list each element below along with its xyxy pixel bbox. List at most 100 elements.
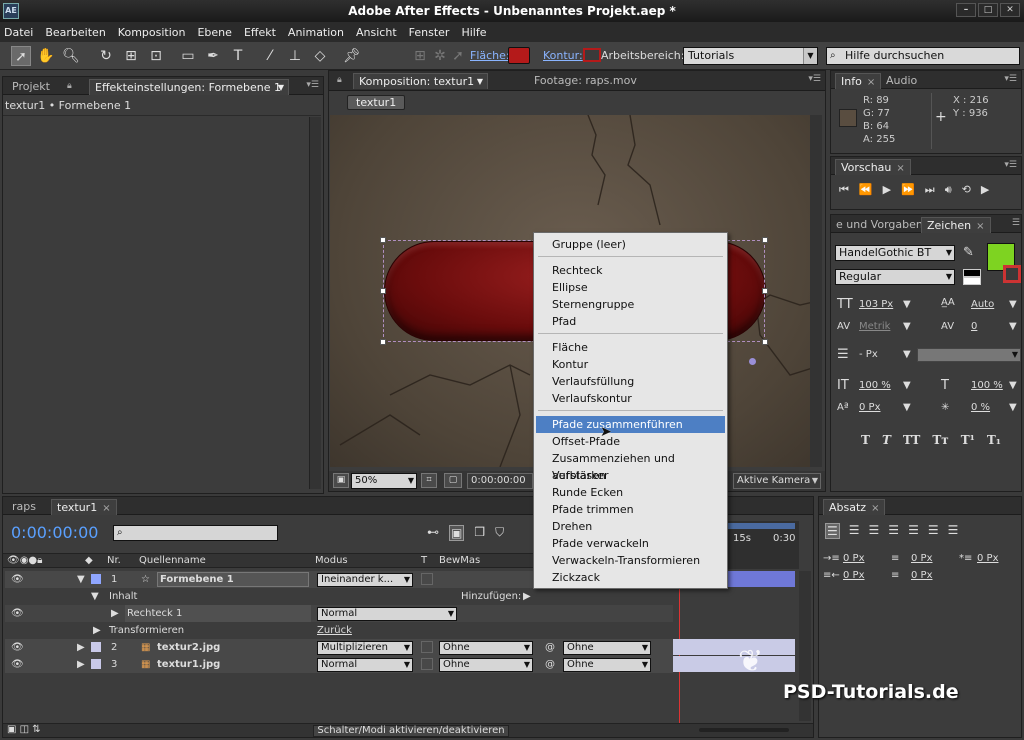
fill-color-swatch[interactable] <box>508 47 530 64</box>
menu-effekt[interactable]: Effekt <box>244 26 276 39</box>
label-color[interactable] <box>91 642 101 652</box>
eraser-tool-icon[interactable]: ◇ <box>310 46 330 66</box>
stroke-color-swatch[interactable] <box>583 48 601 62</box>
workspace-select[interactable]: Tutorials ▼ <box>683 47 818 65</box>
help-search-input[interactable]: ⌕ Hilfe durchsuchen <box>826 47 1020 65</box>
all-caps-button[interactable]: TT <box>903 433 920 447</box>
menu-item-twist[interactable]: Drehen <box>536 518 725 535</box>
layer-name[interactable]: textur2.jpg <box>157 639 220 656</box>
eye-icon[interactable]: 👁︎ <box>11 656 24 673</box>
preserve-transparency-checkbox[interactable] <box>421 658 433 670</box>
selection-tool-icon[interactable]: ➚ <box>11 46 31 66</box>
draft-3d-icon[interactable]: ▣ <box>449 525 465 541</box>
vertical-scale-value[interactable]: 100 % <box>859 380 891 391</box>
first-frame-icon[interactable]: ⏮ <box>839 183 849 197</box>
menu-komposition[interactable]: Komposition <box>118 26 186 39</box>
track-matte-select[interactable]: Ohne ▼ <box>439 641 533 655</box>
zoom-slider[interactable] <box>699 728 789 732</box>
zoom-select[interactable]: 50% ▼ <box>351 473 417 489</box>
chevron-right-icon[interactable]: ▶ <box>77 656 85 673</box>
rectangle-group-label[interactable]: Rechteck 1 <box>125 605 311 622</box>
chevron-down-icon[interactable]: ▼ <box>1009 402 1017 413</box>
indent-left-value[interactable]: 0 Px <box>843 553 865 564</box>
tab-paragraph[interactable]: Absatz × <box>823 499 886 515</box>
space-after-value[interactable]: 0 Px <box>911 570 933 581</box>
text-tool-icon[interactable]: T <box>228 46 248 66</box>
handle[interactable] <box>762 339 768 345</box>
lock-icon[interactable]: 🔒︎ <box>337 75 342 85</box>
close-icon[interactable]: × <box>896 163 904 174</box>
handle[interactable] <box>380 339 386 345</box>
chevron-down-icon[interactable]: ▼ <box>903 321 911 332</box>
pan-behind-tool-icon[interactable]: ⊡ <box>146 46 166 66</box>
hand-tool-icon[interactable]: ✋ <box>36 46 56 66</box>
scrollbar[interactable] <box>309 117 321 489</box>
stroke-label[interactable]: Kontur: <box>543 49 583 62</box>
current-time-display[interactable]: 0:00:00:00 <box>11 523 98 542</box>
camera-tool-icon[interactable]: ⊞ <box>121 46 141 66</box>
safe-zones-icon[interactable]: ▢ <box>444 473 462 488</box>
eye-icon[interactable]: 👁︎ <box>11 571 24 588</box>
close-icon[interactable]: × <box>867 77 875 88</box>
brush-tool-icon[interactable]: ⁄ <box>260 46 280 66</box>
baseline-shift-value[interactable]: 0 Px <box>859 402 881 413</box>
space-before-value[interactable]: 0 Px <box>911 553 933 564</box>
maximize-icon[interactable]: □ <box>978 3 998 17</box>
stroke-width-value[interactable]: - Px <box>859 349 878 360</box>
parent-select[interactable]: Ohne ▼ <box>563 641 651 655</box>
chevron-down-icon[interactable]: ▼ <box>77 571 85 588</box>
eyedropper-icon[interactable]: ✎ <box>963 245 974 260</box>
indent-right-value[interactable]: 0 Px <box>843 570 865 581</box>
align-center-icon[interactable]: ☰ <box>849 523 860 539</box>
group-mode-select[interactable]: Normal ▼ <box>317 607 457 621</box>
pickwhip-icon[interactable]: @ <box>545 656 555 673</box>
timecode-display[interactable]: 0:00:00:00 <box>467 473 533 489</box>
white-swatch[interactable] <box>963 277 981 285</box>
tab-audio[interactable]: Audio <box>881 73 922 89</box>
chevron-down-icon[interactable]: ▼ <box>1009 380 1017 391</box>
label-color[interactable] <box>91 659 101 669</box>
minimize-icon[interactable]: – <box>956 3 976 17</box>
menu-item-path[interactable]: Pfad <box>536 313 725 330</box>
faux-bold-button[interactable]: T <box>861 433 870 447</box>
chevron-down-icon[interactable]: ▼ <box>903 402 911 413</box>
tab-info[interactable]: Info × <box>835 73 882 89</box>
menu-item-zig-zag[interactable]: Zickzack <box>536 569 725 586</box>
composition-mini-flowchart-icon[interactable]: ⊷ <box>427 525 439 541</box>
tab-preview[interactable]: Vorschau × <box>835 159 911 175</box>
reset-link[interactable]: Zurück <box>317 622 352 639</box>
leading-value[interactable]: Auto <box>971 299 994 310</box>
layer-name[interactable]: textur1.jpg <box>157 656 220 673</box>
add-menu-icon[interactable]: ▶ <box>523 588 531 605</box>
menu-item-merge-paths[interactable]: Pfade zusammenführen <box>536 416 725 433</box>
clone-stamp-tool-icon[interactable]: ⊥ <box>285 46 305 66</box>
black-swatch[interactable] <box>963 269 981 277</box>
chevron-down-icon[interactable]: ▼ <box>1009 299 1017 310</box>
menu-item-wiggle-transform[interactable]: Verwackeln-Transformieren <box>536 552 725 569</box>
font-select[interactable]: HandelGothic BT ▼ <box>835 245 955 261</box>
property-row[interactable]: ▶ Transformieren Zurück <box>5 622 673 639</box>
layer-search-input[interactable]: ⌕ <box>113 525 278 541</box>
chevron-down-icon[interactable]: ▼ <box>903 299 911 310</box>
handle[interactable] <box>380 288 386 294</box>
pickwhip-icon[interactable]: @ <box>545 639 555 656</box>
menu-item-rectangle[interactable]: Rechteck <box>536 262 725 279</box>
blend-mode-select[interactable]: Ineinander k... ▼ <box>317 573 413 587</box>
tracking-value[interactable]: 0 <box>971 321 977 332</box>
pen-tool-icon[interactable]: ✒ <box>203 46 223 66</box>
rotate-tool-icon[interactable]: ↻ <box>96 46 116 66</box>
superscript-button[interactable]: T¹ <box>961 433 975 447</box>
menu-item-trim-paths[interactable]: Pfade trimmen <box>536 501 725 518</box>
menu-item-fill[interactable]: Fläche <box>536 339 725 356</box>
tab-textur1[interactable]: textur1 × <box>51 499 117 515</box>
font-style-select[interactable]: Regular ▼ <box>835 269 955 285</box>
layer-name[interactable]: Formebene 1 <box>157 572 309 587</box>
menu-item-repeater[interactable]: Verstärker <box>536 467 725 484</box>
close-icon[interactable]: ✕ <box>1000 3 1020 17</box>
font-size-value[interactable]: 103 Px <box>859 299 893 310</box>
chevron-right-icon[interactable]: ▶ <box>111 605 119 622</box>
justify-all-icon[interactable]: ☰ <box>948 523 959 539</box>
first-line-value[interactable]: 0 Px <box>977 553 999 564</box>
anchor-point[interactable] <box>749 358 756 365</box>
track-matte-select[interactable]: Ohne ▼ <box>439 658 533 672</box>
